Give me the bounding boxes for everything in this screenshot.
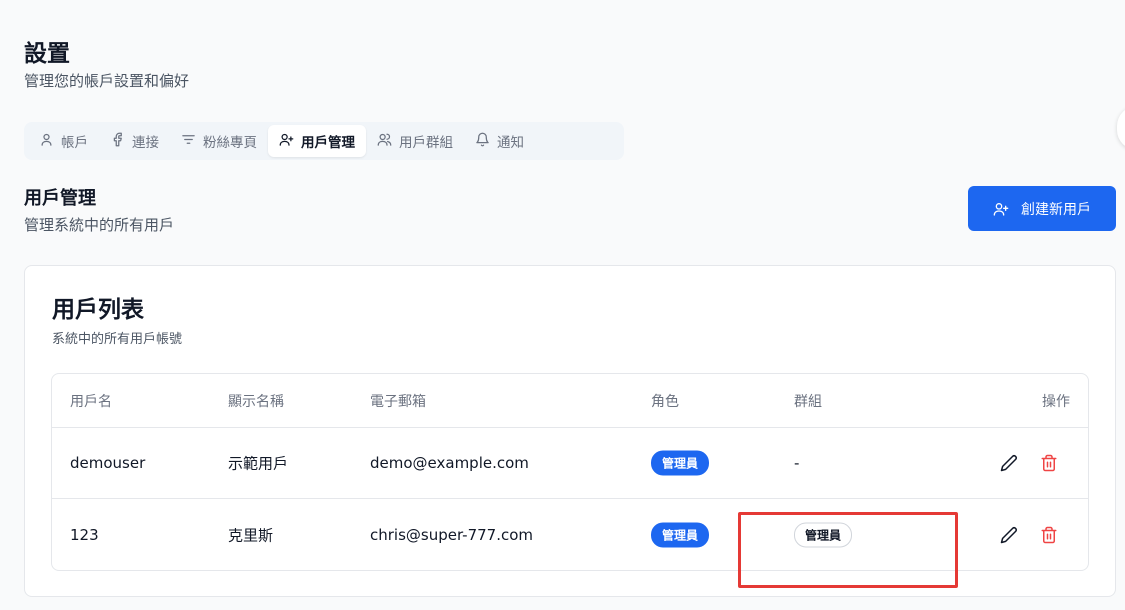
header-email: 電子郵箱	[370, 393, 426, 410]
header-role: 角色	[651, 393, 679, 410]
cell-username: demouser	[70, 454, 146, 472]
tab-user-groups[interactable]: 用戶群組	[366, 125, 464, 157]
card-subtitle: 系統中的所有用戶帳號	[52, 332, 183, 347]
role-badge: 管理員	[651, 450, 710, 476]
create-user-label: 創建新用戶	[1021, 201, 1091, 218]
cell-username: 123	[70, 525, 99, 544]
user-icon	[39, 132, 54, 151]
tab-user-management-label: 用戶管理	[301, 135, 355, 151]
tab-user-management[interactable]: 用戶管理	[268, 125, 366, 157]
group-badge: 管理員	[794, 522, 853, 547]
cell-display-name: 示範用戶	[228, 454, 289, 473]
section-title: 用戶管理	[24, 188, 96, 209]
table-row: demouser 示範用戶 demo@example.com 管理員 -	[52, 428, 1088, 499]
cell-group: -	[794, 454, 800, 472]
card-title: 用戶列表	[52, 297, 144, 323]
header-group: 群組	[794, 393, 822, 410]
trash-icon[interactable]	[1040, 526, 1058, 544]
tab-account-label: 帳戶	[61, 135, 88, 151]
cell-email: demo@example.com	[370, 454, 529, 472]
edit-icon[interactable]	[1000, 454, 1018, 472]
tab-notifications[interactable]: 通知	[464, 125, 535, 157]
users-table: 用戶名 顯示名稱 電子郵箱 角色 群組 操作 demouser 示範用戶 dem…	[51, 373, 1089, 571]
header-username: 用戶名	[70, 393, 112, 410]
side-toggle-button[interactable]	[1117, 106, 1125, 150]
user-plus-icon	[279, 132, 294, 151]
bell-icon	[475, 132, 490, 151]
settings-tabs: 帳戶 連接 粉絲專頁 用戶管理 用戶群組 通知	[24, 122, 624, 160]
header-display-name: 顯示名稱	[228, 393, 284, 410]
cell-email: chris@super-777.com	[370, 525, 534, 544]
header-actions: 操作	[1042, 393, 1070, 410]
table-header-row: 用戶名 顯示名稱 電子郵箱 角色 群組 操作	[52, 374, 1088, 428]
tab-user-groups-label: 用戶群組	[399, 135, 453, 151]
edit-icon[interactable]	[1000, 526, 1018, 544]
page-title: 設置	[24, 41, 70, 67]
facebook-icon	[110, 132, 125, 151]
role-badge: 管理員	[651, 522, 710, 547]
cell-display-name: 克里斯	[228, 526, 274, 544]
tab-connections-label: 連接	[132, 135, 159, 151]
user-plus-icon	[993, 201, 1009, 217]
tab-account[interactable]: 帳戶	[28, 125, 99, 157]
tab-connections[interactable]: 連接	[99, 125, 170, 157]
table-row: 123 克里斯 chris@super-777.com 管理員 管理員	[52, 499, 1088, 570]
tab-fan-pages-label: 粉絲專頁	[203, 135, 257, 151]
filter-icon	[181, 132, 196, 151]
tab-fan-pages[interactable]: 粉絲專頁	[170, 125, 268, 157]
user-list-card: 用戶列表 系統中的所有用戶帳號 用戶名 顯示名稱 電子郵箱 角色 群組 操作 d…	[24, 265, 1116, 597]
page-subtitle: 管理您的帳戶設置和偏好	[24, 72, 190, 90]
create-user-button[interactable]: 創建新用戶	[968, 186, 1116, 231]
tab-notifications-label: 通知	[497, 135, 524, 151]
section-subtitle: 管理系統中的所有用戶	[24, 216, 175, 234]
row-actions	[1000, 526, 1058, 544]
trash-icon[interactable]	[1040, 454, 1058, 472]
row-actions	[1000, 454, 1058, 472]
users-icon	[377, 132, 392, 151]
